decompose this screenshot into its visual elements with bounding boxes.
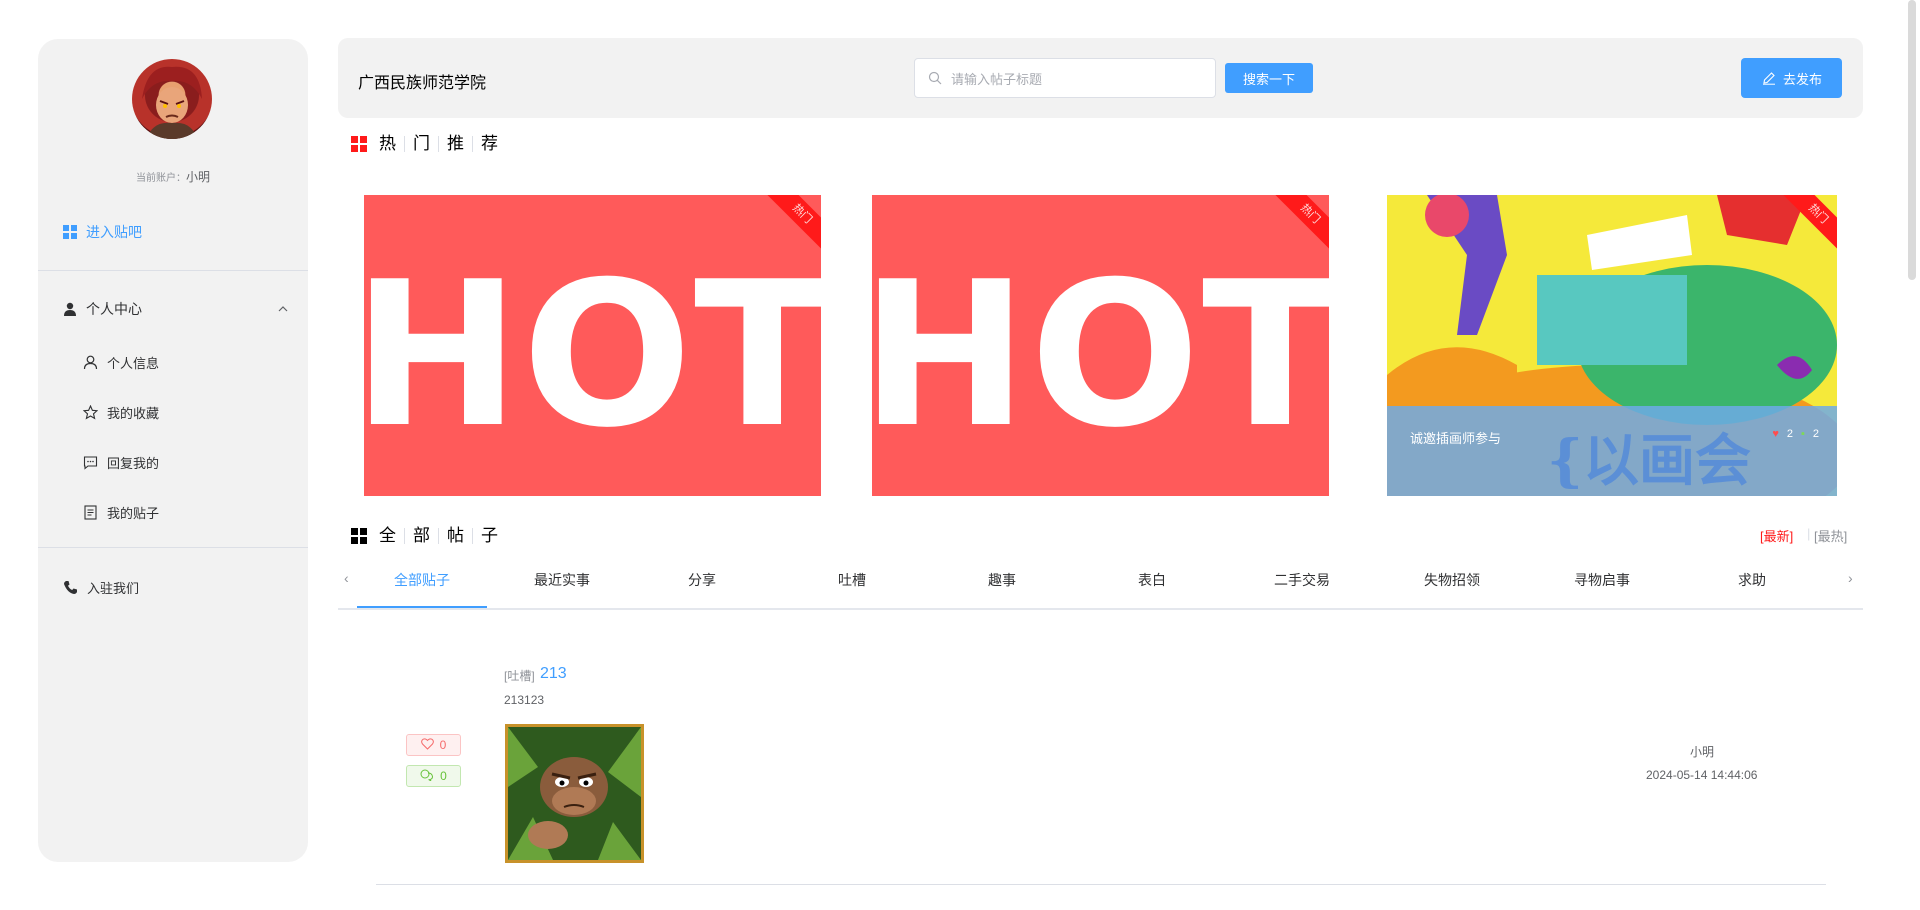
- post-title[interactable]: 213: [540, 665, 567, 683]
- account-name: 小明: [185, 170, 210, 184]
- page: 当前账户：小明 进入贴吧 个人中心 个人信息 我的收藏 回复我的 我的贴子 入驻…: [0, 0, 1920, 910]
- hot-title-char: 荐: [481, 134, 498, 153]
- publish-label: 去发布: [1782, 71, 1822, 87]
- nav-my-favorites[interactable]: 我的收藏: [82, 403, 159, 422]
- personal-info-label: 个人信息: [107, 356, 160, 371]
- red-grid-icon: [351, 136, 367, 152]
- edit-icon: [1761, 70, 1777, 86]
- search-placeholder: 请输入帖子标题: [951, 71, 1043, 87]
- nav-enter-label: 进入贴吧: [86, 224, 142, 240]
- hot-card[interactable]: HOT 热门: [364, 195, 821, 496]
- personal-center-label: 个人中心: [86, 301, 142, 317]
- post-category: [吐槽]: [504, 669, 535, 683]
- top-header: 广西民族师范学院 请输入帖子标题 搜索一下 去发布: [338, 38, 1863, 118]
- sort-latest[interactable]: [最新]: [1760, 526, 1793, 545]
- document-icon: [82, 505, 98, 521]
- category-tabs: ‹ 全部贴子 最近实事 分享 吐槽 趣事 表白 二手交易 失物招领 寻物启事 求…: [338, 560, 1863, 610]
- reply-badge[interactable]: 0: [406, 765, 461, 787]
- avatar[interactable]: [132, 59, 212, 139]
- account-label: 当前账户：: [135, 173, 186, 184]
- search-input[interactable]: 请输入帖子标题: [914, 58, 1216, 98]
- avatar-image: [142, 66, 202, 139]
- post-image[interactable]: [505, 724, 644, 863]
- phone-icon: [62, 580, 78, 596]
- grid-icon: [62, 224, 78, 240]
- tab-help[interactable]: 求助: [1712, 570, 1792, 608]
- hot-title-char: 推: [439, 135, 473, 152]
- search-button[interactable]: 搜索一下: [1225, 63, 1313, 93]
- page-scrollbar[interactable]: [1908, 0, 1916, 280]
- poster-likes: 2: [1786, 428, 1793, 440]
- my-posts-label: 我的贴子: [107, 506, 160, 521]
- chevron-up-icon[interactable]: [278, 303, 288, 315]
- chat-icon: [82, 455, 98, 471]
- post-author[interactable]: 小明: [1690, 743, 1714, 760]
- tab-second-hand[interactable]: 二手交易: [1252, 570, 1352, 608]
- heart-icon: ♥: [1772, 428, 1779, 440]
- grid-icon: [351, 528, 367, 544]
- nav-my-posts[interactable]: 我的贴子: [82, 503, 159, 522]
- hot-image-text: HOT: [872, 238, 1329, 472]
- all-title-char: 帖: [439, 527, 473, 544]
- post-divider: [376, 884, 1826, 885]
- hot-section-title: 热 门 推 荐: [351, 134, 506, 153]
- poster-overlay: {以画会友} 诚邀插画师参与 ♥2 ▪2: [1387, 406, 1837, 496]
- all-title-char: 全: [371, 527, 405, 544]
- tab-confession[interactable]: 表白: [1112, 570, 1192, 608]
- post-time: 2024-05-14 14:44:06: [1646, 768, 1758, 782]
- sort-hot[interactable]: [最热]: [1814, 526, 1847, 545]
- like-count: 0: [439, 738, 447, 752]
- tab-share[interactable]: 分享: [662, 570, 742, 608]
- poster-comments: 2: [1812, 428, 1819, 440]
- hot-card-poster[interactable]: 热门 {以画会友} 诚邀插画师参与 ♥2 ▪2: [1387, 195, 1837, 496]
- post-content: 213123: [504, 693, 545, 707]
- like-badge[interactable]: 0: [406, 734, 461, 756]
- chevron-left-icon[interactable]: ‹: [344, 570, 349, 586]
- tab-complain[interactable]: 吐槽: [812, 570, 892, 608]
- nav-join-us[interactable]: 入驻我们: [62, 578, 139, 597]
- hot-card[interactable]: HOT 热门: [872, 195, 1329, 496]
- publish-button[interactable]: 去发布: [1741, 58, 1842, 98]
- sidebar: 当前账户：小明 进入贴吧 个人中心 个人信息 我的收藏 回复我的 我的贴子 入驻…: [38, 39, 308, 862]
- current-account: 当前账户：小明: [38, 168, 308, 185]
- tab-fun[interactable]: 趣事: [962, 570, 1042, 608]
- user-icon: [62, 301, 78, 317]
- my-favorites-label: 我的收藏: [107, 406, 160, 421]
- tab-all-posts[interactable]: 全部贴子: [357, 570, 487, 608]
- search-icon: [927, 70, 943, 86]
- chevron-right-icon[interactable]: ›: [1848, 570, 1853, 586]
- sidebar-divider: [38, 547, 308, 548]
- reply-count: 0: [440, 769, 447, 783]
- comment-icon: ▪: [1800, 428, 1805, 440]
- nav-personal-center[interactable]: 个人中心: [62, 299, 288, 319]
- tab-recent-events[interactable]: 最近实事: [502, 570, 622, 608]
- school-name: 广西民族师范学院: [358, 75, 487, 92]
- sort-separator: |: [1807, 526, 1811, 541]
- join-us-label: 入驻我们: [87, 581, 140, 596]
- star-icon: [82, 405, 98, 421]
- post-image-illustration: [508, 727, 641, 860]
- all-posts-section-title: 全 部 帖 子: [351, 526, 506, 545]
- comments-icon: [420, 769, 434, 784]
- sidebar-divider: [38, 270, 308, 271]
- poster-stats: ♥ 2 ▪ 2: [1772, 428, 1819, 440]
- all-title-char: 子: [481, 526, 498, 545]
- replies-to-me-label: 回复我的: [107, 456, 160, 471]
- hot-title-char: 热: [371, 135, 405, 152]
- nav-replies-to-me[interactable]: 回复我的: [82, 453, 159, 472]
- hot-title-char: 门: [405, 135, 439, 152]
- tab-lost-found[interactable]: 失物招领: [1402, 570, 1502, 608]
- nav-personal-info[interactable]: 个人信息: [82, 353, 159, 372]
- tab-seek-items[interactable]: 寻物启事: [1552, 570, 1652, 608]
- heart-outline-icon: [420, 737, 434, 753]
- poster-caption: 诚邀插画师参与: [1410, 431, 1502, 446]
- nav-enter-forum[interactable]: 进入贴吧: [62, 222, 142, 242]
- user-outline-icon: [82, 355, 98, 371]
- hot-image-text: HOT: [364, 238, 821, 472]
- all-title-char: 部: [405, 527, 439, 544]
